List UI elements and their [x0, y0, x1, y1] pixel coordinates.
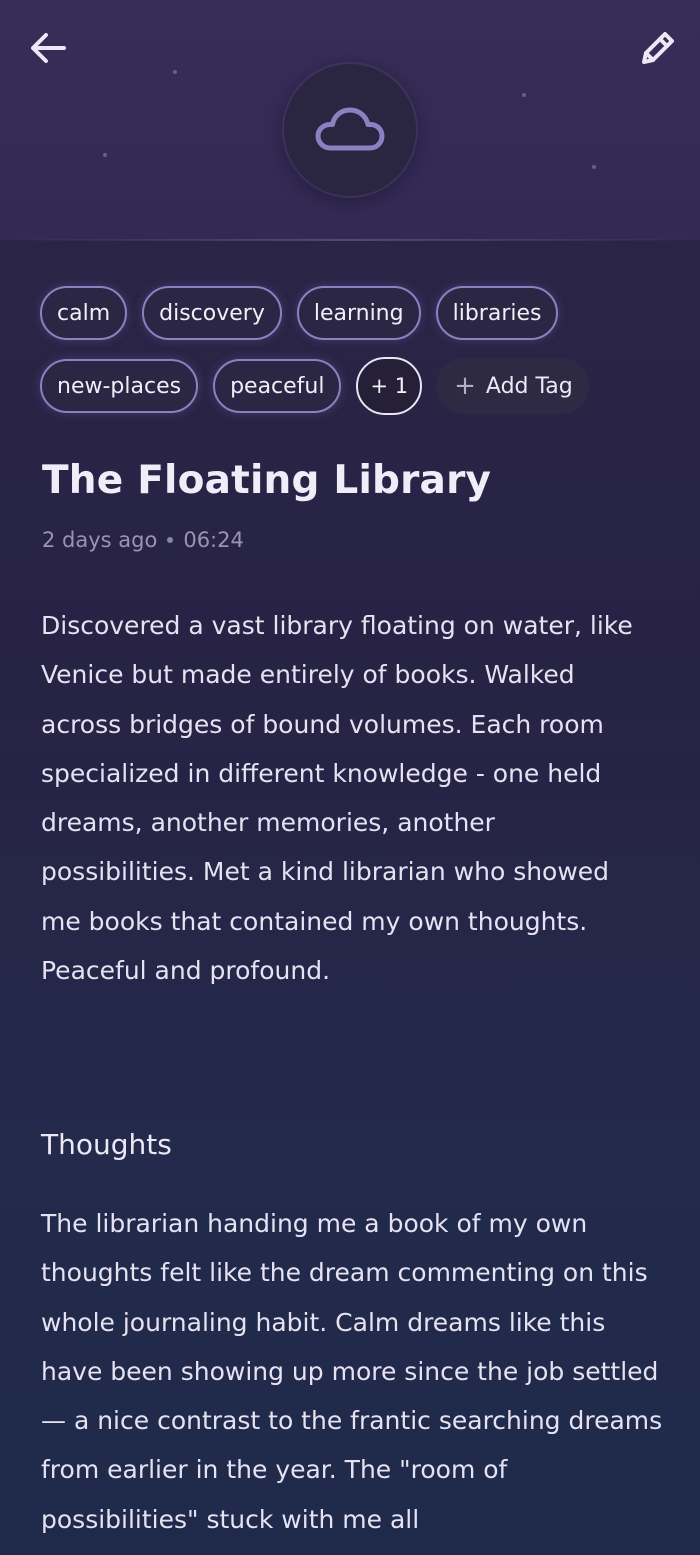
edit-button[interactable] — [634, 24, 682, 72]
tag-chip[interactable]: calm — [40, 286, 128, 340]
tag-row: calm discovery learning libraries — [40, 284, 680, 342]
tag-chip[interactable]: new-places — [40, 359, 199, 413]
tag-chip[interactable]: peaceful — [213, 359, 342, 413]
dream-meta: 2 days ago 06:24 — [42, 528, 244, 552]
dream-header — [0, 0, 700, 240]
tag-chip[interactable]: libraries — [435, 286, 559, 340]
add-tag-label: Add Tag — [485, 373, 573, 399]
dream-description: Discovered a vast library floating on wa… — [41, 611, 633, 986]
pencil-icon — [642, 32, 674, 64]
tag-list: calm discovery learning libraries new-pl… — [40, 284, 680, 430]
star-decoration — [522, 93, 526, 97]
star-decoration — [103, 153, 107, 157]
relative-date: 2 days ago — [42, 528, 158, 552]
cloud-icon — [315, 107, 385, 151]
star-decoration — [173, 70, 177, 74]
separator-dot — [167, 537, 174, 543]
add-tag-button[interactable]: + Add Tag — [436, 358, 589, 414]
arrow-left-icon — [31, 33, 66, 63]
dream-title: The Floating Library — [42, 458, 492, 503]
tag-chip[interactable]: learning — [296, 286, 421, 340]
mood-badge — [284, 64, 416, 196]
tag-chip[interactable]: discovery — [142, 286, 282, 340]
header-divider — [0, 239, 700, 241]
plus-icon: + — [454, 371, 476, 401]
tag-row: new-places peaceful + 1 + Add Tag — [40, 357, 680, 415]
more-tags-button[interactable]: + 1 — [356, 357, 423, 415]
star-decoration — [592, 165, 596, 169]
thoughts-text: The librarian handing me a book of my ow… — [41, 1209, 663, 1534]
back-button[interactable] — [24, 24, 72, 72]
thoughts-heading: Thoughts — [41, 1128, 172, 1161]
dream-time: 06:24 — [183, 528, 244, 552]
